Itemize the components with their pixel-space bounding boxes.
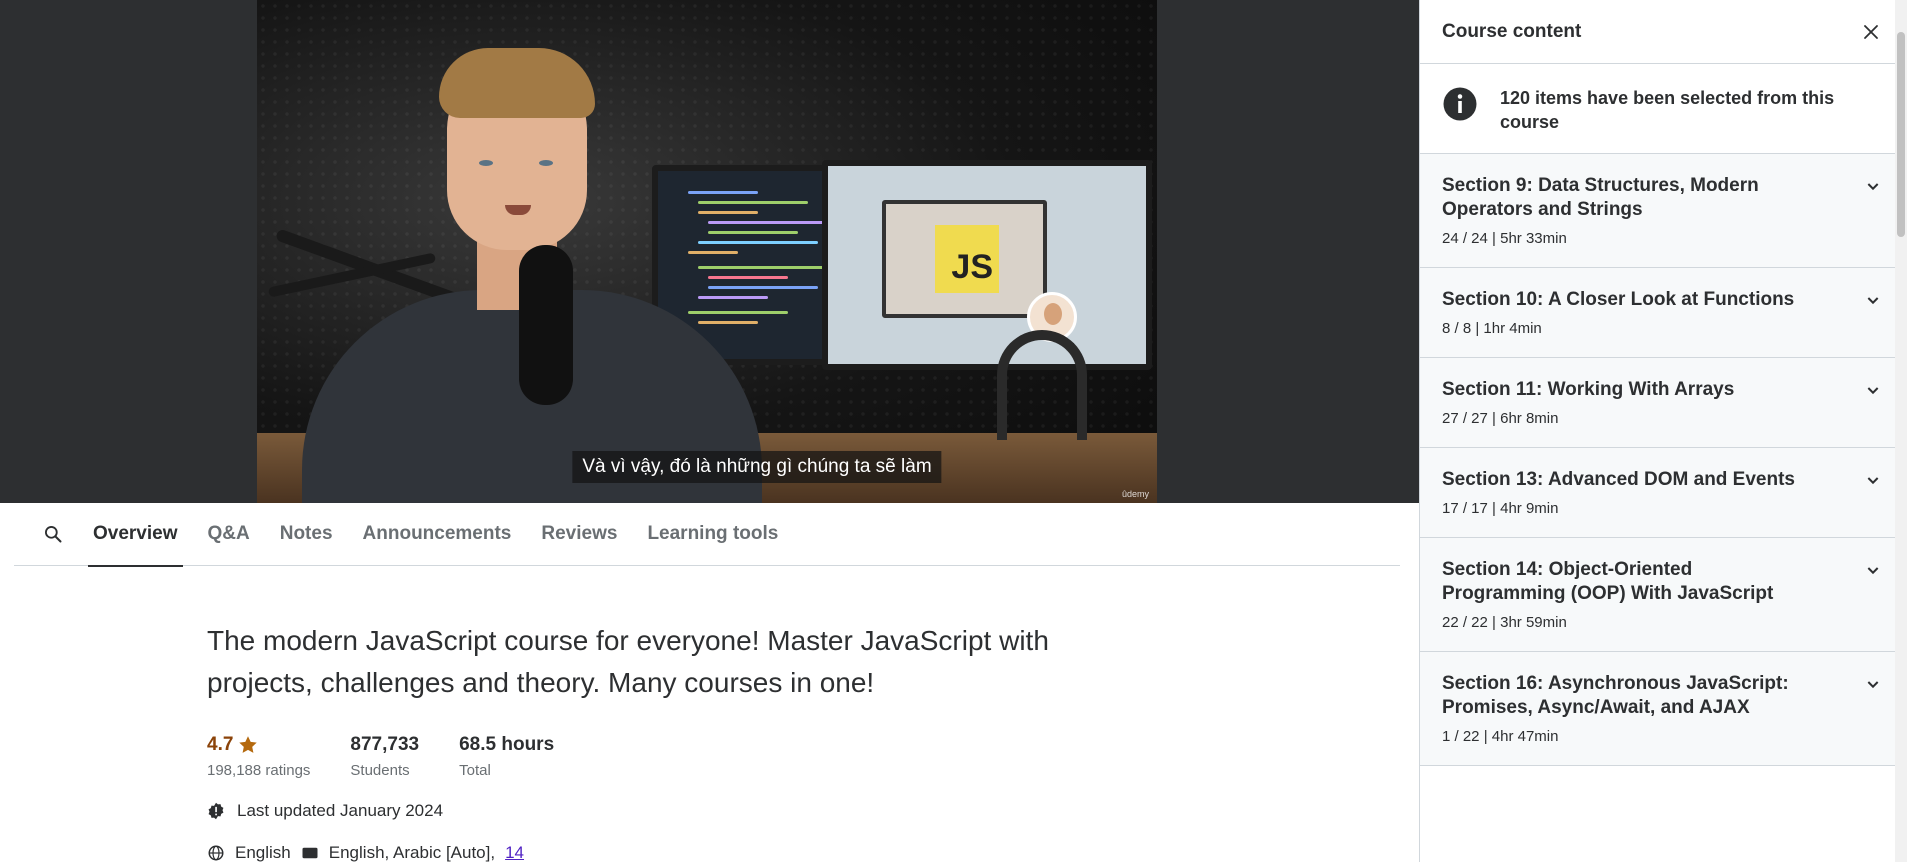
- sidebar-header: Course content: [1420, 0, 1907, 64]
- language-text: English: [235, 843, 291, 862]
- section-meta: 22 / 22 | 3hr 59min: [1442, 614, 1567, 631]
- close-icon: [1864, 24, 1878, 39]
- close-sidebar-button[interactable]: [1857, 18, 1885, 46]
- total-stat: 68.5 hours Total: [459, 734, 554, 779]
- chevron-down-icon: [1867, 477, 1879, 485]
- scroll-thumb[interactable]: [1897, 32, 1905, 237]
- section-item[interactable]: Section 16: Asynchronous JavaScript: Pro…: [1420, 652, 1907, 766]
- section-item[interactable]: Section 11: Working With Arrays 27 / 27 …: [1420, 358, 1907, 448]
- search-icon: [45, 526, 62, 543]
- section-title: Section 11: Working With Arrays: [1442, 379, 1735, 400]
- section-title: Section 10: A Closer Look at Functions: [1442, 289, 1795, 310]
- tab-reviews[interactable]: Reviews: [541, 503, 617, 566]
- js-logo: JS: [935, 225, 999, 293]
- alert-badge-icon: [208, 802, 224, 820]
- language-row: English English, Arabic [Auto], 14: [207, 843, 1147, 862]
- tab-learning-tools[interactable]: Learning tools: [647, 503, 778, 566]
- course-tabs: Overview Q&A Notes Announcements Reviews…: [14, 503, 1400, 567]
- section-title: Section 16: Asynchronous JavaScript: Pro…: [1442, 673, 1789, 718]
- video-frame[interactable]: JS Và vì vậy, đó là những gì chúng ta sẽ…: [257, 0, 1157, 503]
- total-value: 68.5 hours: [459, 734, 555, 755]
- rating-label: 198,188 ratings: [207, 762, 311, 779]
- students-value: 877,733: [350, 734, 420, 755]
- rating-value: 4.7: [207, 734, 234, 755]
- star-icon: [239, 736, 258, 753]
- section-meta: 27 / 27 | 6hr 8min: [1442, 410, 1559, 427]
- info-icon: [1443, 87, 1477, 121]
- section-title: Section 9: Data Structures, Modern Opera…: [1442, 175, 1759, 220]
- sidebar-title: Course content: [1442, 20, 1582, 42]
- instructor-hair: [439, 48, 595, 118]
- section-title: Section 14: Object-Oriented Programming …: [1442, 559, 1774, 604]
- captions-text: English, Arabic [Auto],: [328, 843, 496, 862]
- tab-overview[interactable]: Overview: [88, 503, 182, 567]
- microphone: [519, 245, 573, 405]
- total-label: Total: [459, 762, 491, 779]
- captions-icon: [302, 847, 318, 859]
- section-item[interactable]: Section 9: Data Structures, Modern Opera…: [1420, 154, 1907, 268]
- section-meta: 17 / 17 | 4hr 9min: [1442, 500, 1559, 517]
- course-headline: The modern JavaScript course for everyon…: [207, 625, 1049, 698]
- course-content-sidebar: Course content 120 items have been selec…: [1419, 0, 1907, 862]
- selection-info: 120 items have been selected from this c…: [1420, 64, 1907, 154]
- video-subtitle: Và vì vậy, đó là những gì chúng ta sẽ là…: [572, 451, 942, 483]
- video-player-area[interactable]: JS Và vì vậy, đó là những gì chúng ta sẽ…: [0, 0, 1419, 503]
- captions-more-link[interactable]: 14: [505, 843, 524, 862]
- sidebar-scrollbar[interactable]: [1895, 0, 1907, 862]
- section-meta: 1 / 22 | 4hr 47min: [1442, 728, 1559, 745]
- chevron-down-icon: [1867, 567, 1879, 575]
- headphones-stand: [997, 330, 1087, 440]
- rating-stat[interactable]: 4.7 198,188 ratings: [207, 734, 310, 779]
- section-item[interactable]: Section 14: Object-Oriented Programming …: [1420, 538, 1907, 652]
- last-updated-row: Last updated January 2024: [207, 801, 1147, 821]
- section-meta: 24 / 24 | 5hr 33min: [1442, 230, 1567, 247]
- chevron-down-icon: [1867, 681, 1879, 689]
- course-stats: 4.7 198,188 ratings 877,733 Students 68.…: [207, 734, 1147, 779]
- section-meta: 8 / 8 | 1hr 4min: [1442, 320, 1542, 337]
- chevron-down-icon: [1867, 183, 1879, 191]
- tab-notes[interactable]: Notes: [280, 503, 333, 566]
- tab-announcements[interactable]: Announcements: [363, 503, 512, 566]
- overview-panel: The modern JavaScript course for everyon…: [207, 620, 1147, 862]
- students-label: Students: [350, 762, 410, 779]
- tab-qa[interactable]: Q&A: [208, 503, 250, 566]
- instructor-eye-left: [479, 160, 493, 166]
- section-title: Section 13: Advanced DOM and Events: [1442, 469, 1795, 490]
- globe-icon: [208, 845, 224, 861]
- instructor-eye-right: [539, 160, 553, 166]
- section-item[interactable]: Section 10: A Closer Look at Functions 8…: [1420, 268, 1907, 358]
- last-updated-text: Last updated January 2024: [237, 801, 444, 820]
- video-watermark: ûdemy: [1121, 489, 1149, 499]
- section-item[interactable]: Section 13: Advanced DOM and Events 17 /…: [1420, 448, 1907, 538]
- students-stat: 877,733 Students: [350, 734, 419, 779]
- selection-info-text: 120 items have been selected from this c…: [1500, 88, 1835, 132]
- chevron-down-icon: [1867, 387, 1879, 395]
- chevron-down-icon: [1867, 297, 1879, 305]
- search-button[interactable]: [28, 503, 78, 566]
